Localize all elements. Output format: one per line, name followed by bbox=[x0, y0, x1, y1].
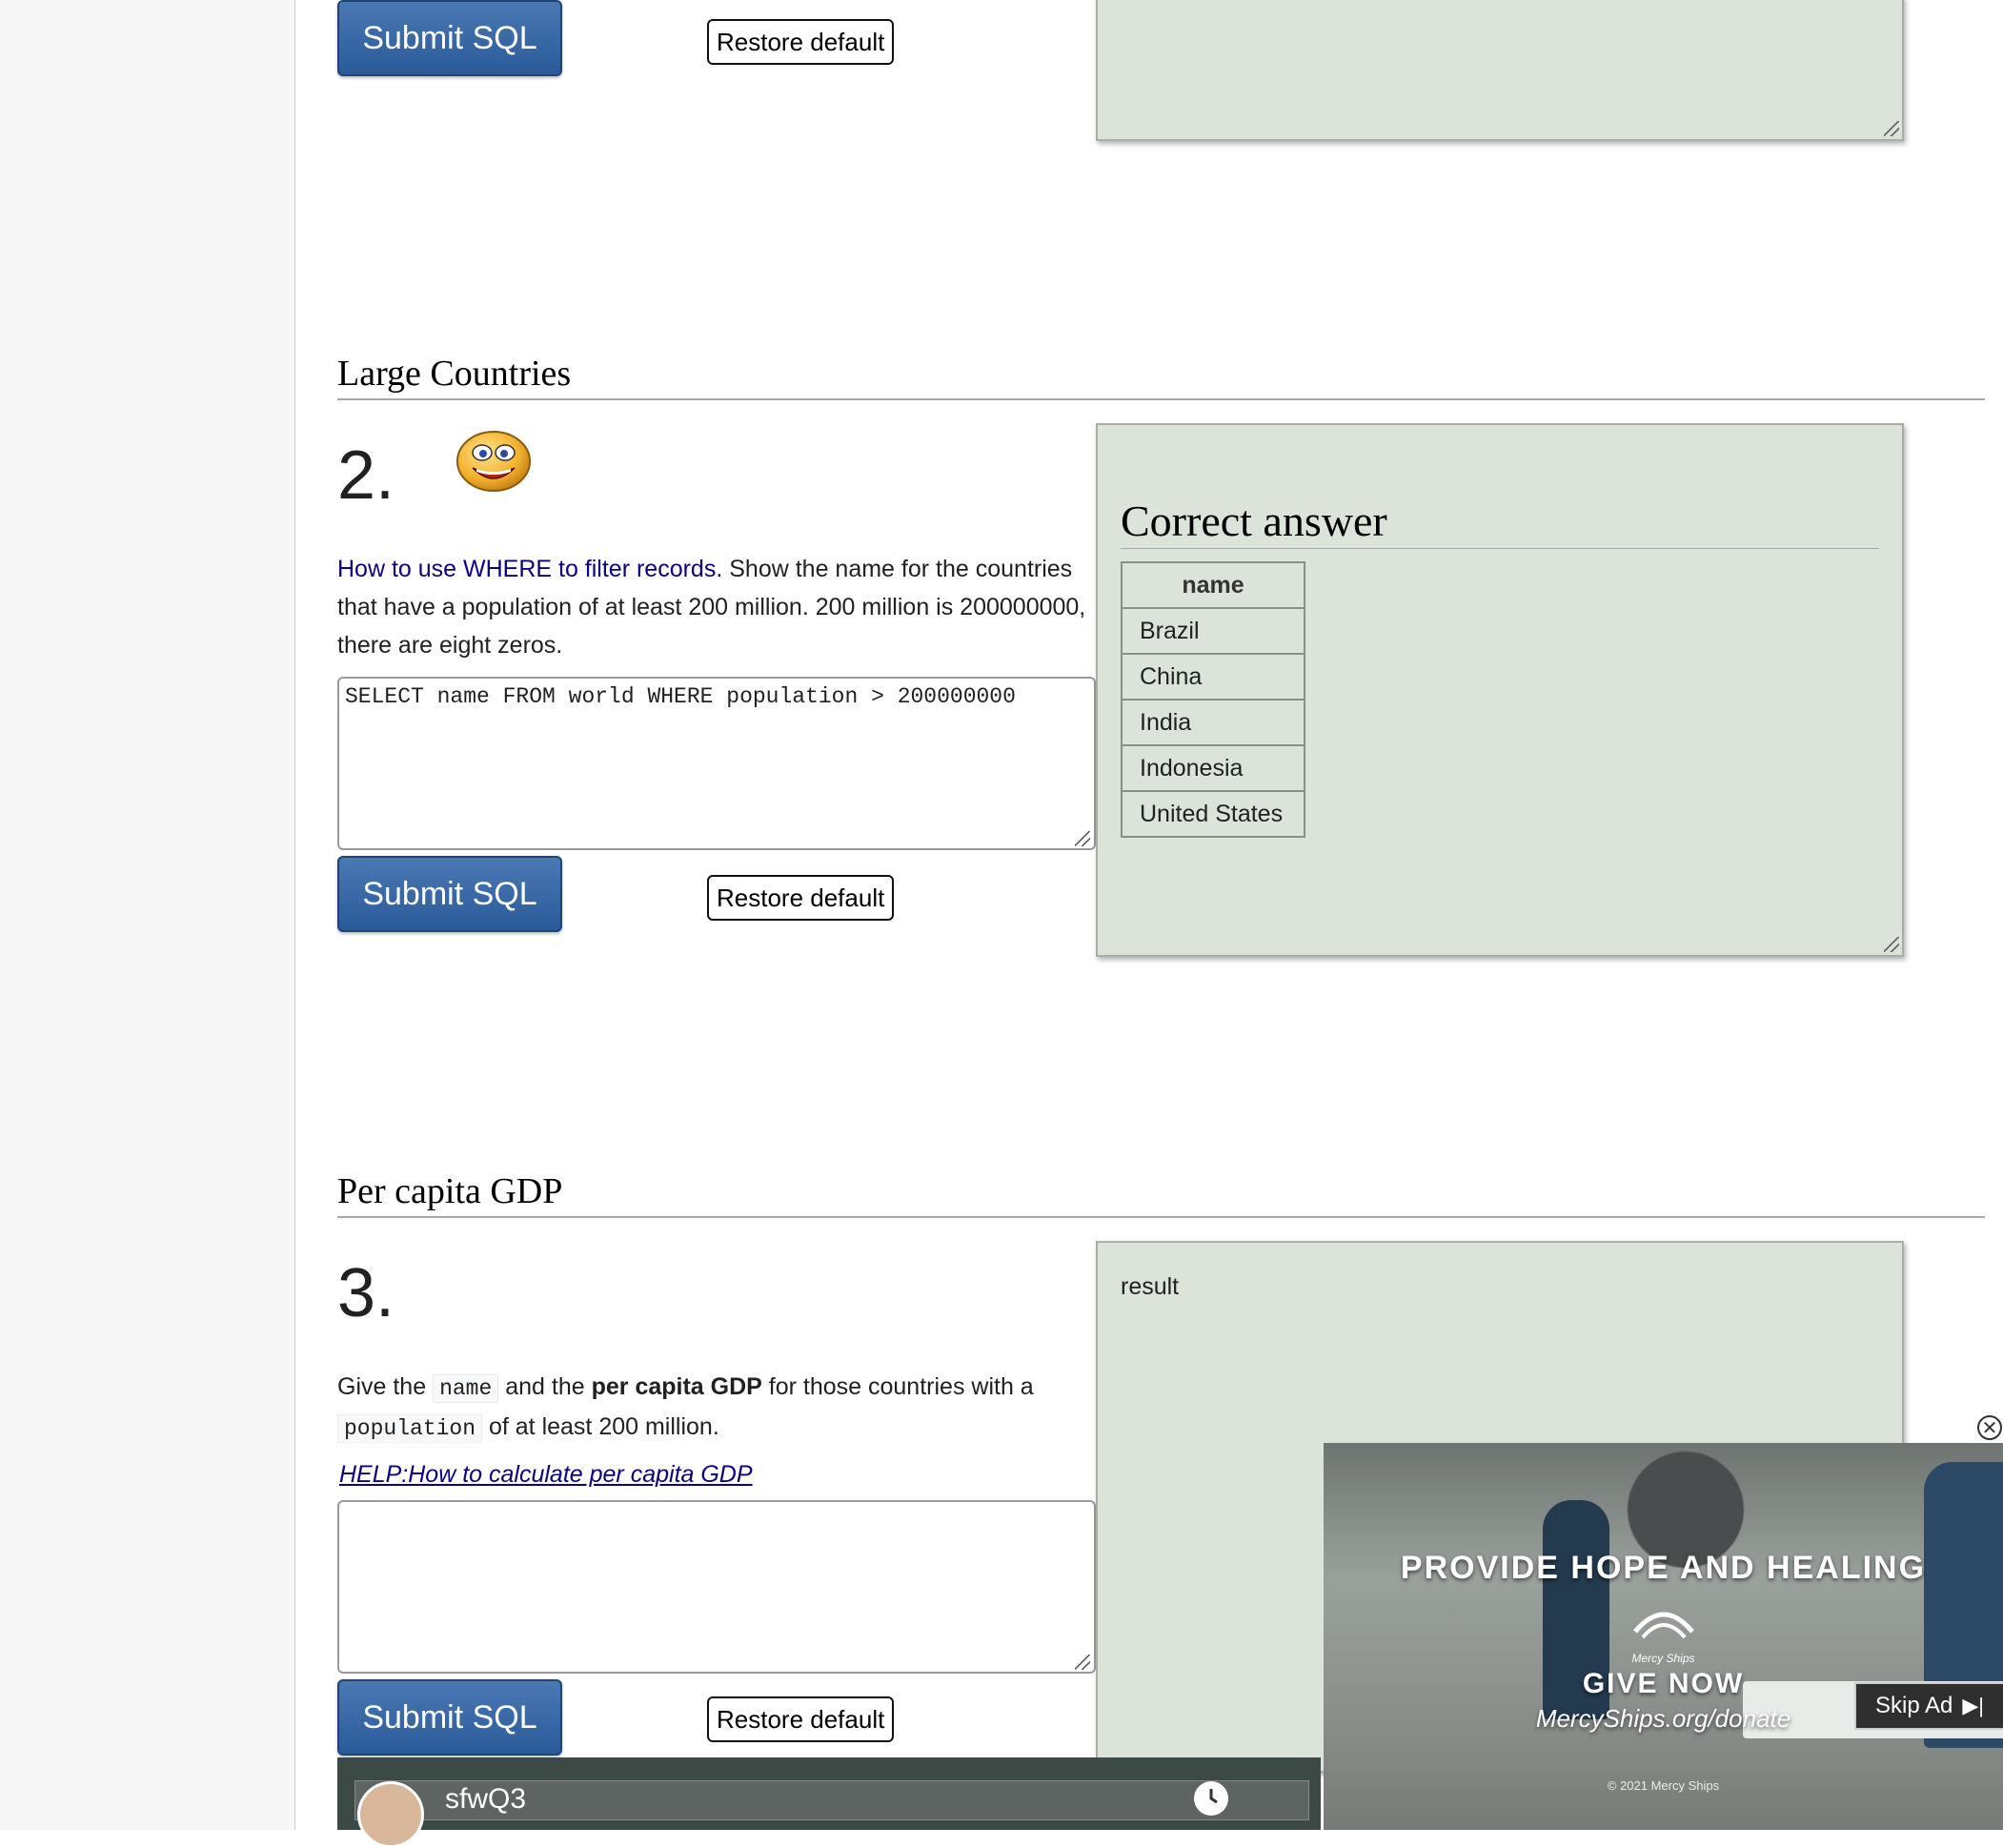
skip-ad-label: Skip Ad bbox=[1875, 1693, 1953, 1718]
result-label: result bbox=[1121, 1273, 1180, 1300]
q3-bold-term: per capita GDP bbox=[591, 1373, 762, 1400]
q3-text-part: for those countries with a bbox=[761, 1373, 1034, 1400]
q3-text-part: of at least 200 million. bbox=[482, 1413, 719, 1440]
answer-table: name Brazil China India Indonesia United… bbox=[1121, 561, 1305, 838]
left-sidebar-gutter bbox=[0, 0, 295, 1830]
q3-text-part: Give the bbox=[337, 1373, 434, 1400]
where-filter-help-link[interactable]: How to use WHERE to filter records. bbox=[337, 556, 722, 582]
code-name: name bbox=[433, 1374, 499, 1403]
q3-restore-default-button[interactable]: Restore default bbox=[707, 1696, 895, 1742]
ad-copyright: © 2021 Mercy Ships bbox=[1607, 1778, 1720, 1793]
presenter-avatar bbox=[357, 1781, 424, 1848]
table-row: India bbox=[1121, 699, 1305, 746]
q2-submit-sql-button[interactable]: Submit SQL bbox=[337, 856, 562, 932]
resize-grip-icon[interactable] bbox=[1884, 937, 1899, 952]
clock-icon bbox=[1194, 1781, 1228, 1816]
column-header-name: name bbox=[1121, 561, 1305, 609]
smiley-face-icon bbox=[455, 430, 532, 498]
resize-grip-icon[interactable] bbox=[1884, 121, 1899, 136]
table-cell: Indonesia bbox=[1121, 744, 1305, 792]
table-cell: Brazil bbox=[1121, 607, 1305, 655]
skip-next-icon: ▶| bbox=[1962, 1694, 1985, 1717]
q1-submit-sql-button[interactable]: Submit SQL bbox=[337, 0, 562, 76]
correct-answer-heading: Correct answer bbox=[1121, 496, 1879, 549]
q2-question-text: How to use WHERE to filter records. Show… bbox=[337, 550, 1100, 664]
q2-editor-resize-icon[interactable] bbox=[1075, 831, 1090, 846]
mercy-ships-logo: Mercy Ships bbox=[1324, 1603, 2003, 1665]
table-cell: India bbox=[1121, 699, 1305, 746]
q2-number: 2. bbox=[337, 437, 395, 514]
video-ad-overlay[interactable]: PROVIDE HOPE AND HEALING Mercy Ships GIV… bbox=[1324, 1443, 2003, 1830]
q3-sql-editor[interactable] bbox=[337, 1500, 1096, 1674]
q3-submit-sql-button[interactable]: Submit SQL bbox=[337, 1679, 562, 1756]
table-row: Indonesia bbox=[1121, 744, 1305, 792]
q2-restore-default-button[interactable]: Restore default bbox=[707, 875, 895, 921]
q3-number: 3. bbox=[337, 1255, 395, 1331]
q3-editor-resize-icon[interactable] bbox=[1075, 1655, 1090, 1670]
video-title: sfwQ3 bbox=[445, 1783, 527, 1815]
embedded-video-player[interactable]: sfwQ3 bbox=[337, 1757, 1321, 1848]
q3-question-text: Give the name and the per capita GDP for… bbox=[337, 1368, 1062, 1448]
q3-section-heading: Per capita GDP bbox=[337, 1170, 1985, 1218]
ad-headline: PROVIDE HOPE AND HEALING bbox=[1400, 1550, 1927, 1586]
table-row: Brazil bbox=[1121, 607, 1305, 655]
skip-ad-button[interactable]: Skip Ad ▶| bbox=[1854, 1682, 2003, 1730]
q2-section-heading: Large Countries bbox=[337, 353, 1985, 400]
q1-restore-default-button[interactable]: Restore default bbox=[707, 19, 895, 65]
table-row: China bbox=[1121, 653, 1305, 701]
close-ad-icon[interactable]: ✕ bbox=[1977, 1415, 2002, 1440]
q1-result-panel bbox=[1096, 0, 1904, 141]
code-population: population bbox=[337, 1414, 483, 1443]
q2-answer-panel: Correct answer name Brazil China India I… bbox=[1096, 423, 1904, 957]
q3-text-part: and the bbox=[498, 1373, 592, 1400]
table-row: United States bbox=[1121, 790, 1305, 838]
table-cell: China bbox=[1121, 653, 1305, 701]
logo-text: Mercy Ships bbox=[1631, 1652, 1695, 1665]
video-title-bar: sfwQ3 bbox=[354, 1780, 1309, 1848]
per-capita-gdp-help-link[interactable]: HELP:How to calculate per capita GDP bbox=[339, 1461, 753, 1489]
table-cell: United States bbox=[1121, 790, 1305, 838]
q2-sql-editor[interactable]: SELECT name FROM world WHERE population … bbox=[337, 677, 1096, 850]
